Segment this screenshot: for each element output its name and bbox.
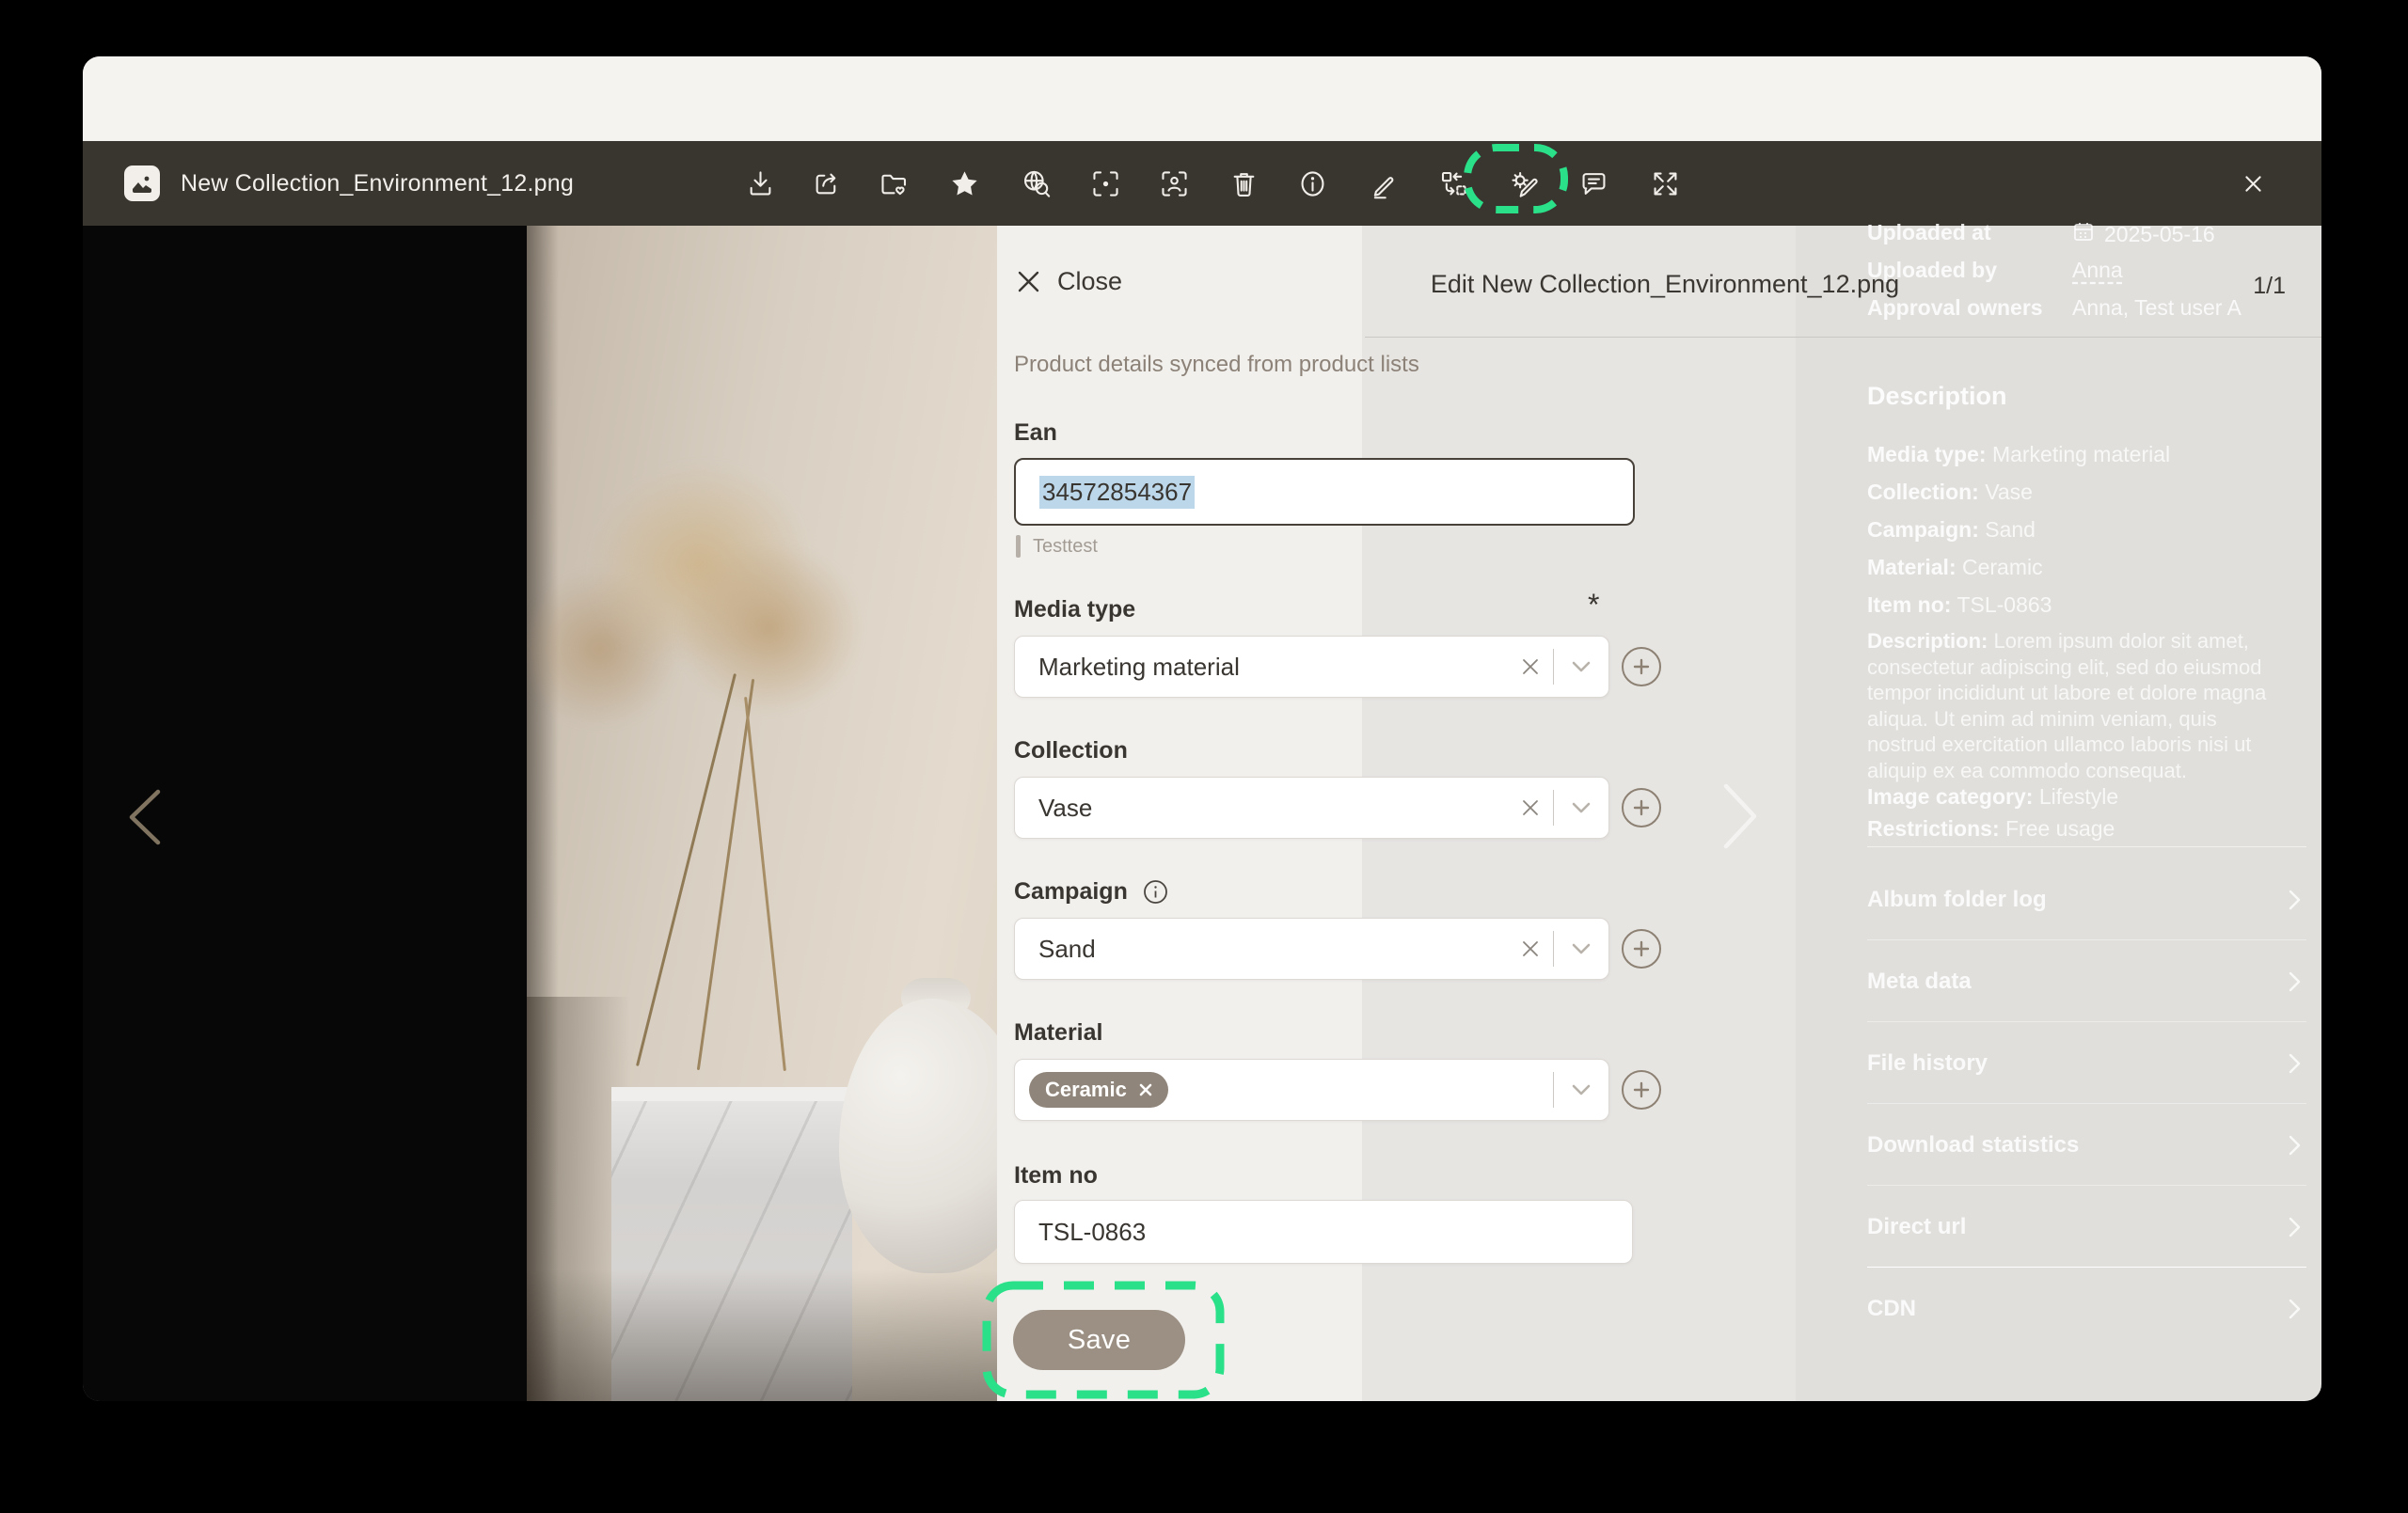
save-button[interactable]: Save [1013, 1310, 1185, 1370]
sidebar-divider [1867, 1185, 2306, 1186]
asset-photo [527, 226, 997, 1401]
detail-row: Image category Lifestyle [1867, 784, 2118, 810]
close-edit-panel-button[interactable]: Close [1016, 267, 1122, 296]
detail-row: Collection Vase [1867, 480, 2033, 505]
required-marker: * [1588, 588, 1600, 622]
close-viewer-icon[interactable] [2226, 157, 2279, 210]
media-type-label: Media type [1014, 596, 1136, 623]
accordion-direct-url[interactable]: Direct url [1867, 1211, 2306, 1243]
replace-version-icon[interactable] [1427, 157, 1480, 210]
detail-row: Media type Marketing material [1867, 442, 2170, 467]
item-no-label: Item no [1014, 1162, 1098, 1189]
close-icon [1018, 271, 1039, 292]
accordion-download-statistics[interactable]: Download statistics [1867, 1129, 2306, 1161]
meta-row-approval-owners: Approval owners Anna, Test user A [1867, 295, 2242, 320]
chevron-right-icon [2289, 1299, 2301, 1319]
comments-icon[interactable] [1567, 157, 1620, 210]
ean-input[interactable]: 34572854367 [1014, 458, 1635, 526]
face-detection-icon[interactable] [1148, 157, 1200, 210]
image-file-icon [124, 165, 160, 201]
clear-icon[interactable] [1508, 939, 1553, 958]
previous-asset-button[interactable] [122, 786, 167, 848]
chevron-right-icon [2289, 890, 2301, 910]
header-divider [1365, 337, 2321, 338]
campaign-add-button[interactable] [1622, 929, 1661, 969]
campaign-info-icon[interactable] [1143, 879, 1168, 905]
collection-add-button[interactable] [1622, 788, 1661, 827]
item-no-input[interactable]: TSL-0863 [1014, 1200, 1633, 1264]
campaign-select[interactable]: Sand [1014, 918, 1609, 980]
favorite-star-icon[interactable] [938, 157, 990, 210]
media-type-add-button[interactable] [1622, 647, 1661, 686]
sidebar-divider [1867, 846, 2306, 847]
material-add-button[interactable] [1622, 1070, 1661, 1110]
ean-value-selected: 34572854367 [1039, 475, 1196, 509]
focus-point-icon[interactable] [1079, 157, 1132, 210]
detail-row: Campaign Sand [1867, 517, 2036, 543]
calendar-icon [2072, 220, 2095, 248]
delete-trash-icon[interactable] [1217, 157, 1270, 210]
visual-search-icon[interactable] [1009, 157, 1062, 210]
meta-row-uploaded-at: Uploaded at 2025-05-16 [1867, 220, 2309, 248]
detail-row: Material Ceramic [1867, 555, 2043, 580]
chevron-right-icon [2289, 971, 2301, 992]
accordion-cdn[interactable]: CDN [1867, 1293, 2306, 1325]
material-label: Material [1014, 1019, 1103, 1046]
asset-toolbar: New Collection_Environment_12.png [83, 141, 2321, 226]
content-area: Close Edit New Collection_Environment_12… [83, 220, 2321, 1401]
chevron-right-icon [2289, 1217, 2301, 1237]
sidebar-divider [1867, 1103, 2306, 1104]
close-label: Close [1057, 267, 1123, 295]
chevron-down-icon[interactable] [1554, 654, 1608, 679]
screen: New Collection_Environment_12.png Close … [0, 0, 2408, 1513]
fullscreen-icon[interactable] [1639, 157, 1691, 210]
meta-row-uploaded-by: Uploaded by Anna [1867, 258, 2123, 282]
chevron-down-icon[interactable] [1554, 796, 1608, 820]
accordion-file-history[interactable]: File history [1867, 1048, 2306, 1080]
sidebar-divider [1867, 1267, 2306, 1268]
download-icon[interactable] [734, 157, 786, 210]
window-top-strip [83, 56, 2321, 141]
detail-row: Restrictions Free usage [1867, 816, 2115, 842]
chevron-down-icon[interactable] [1554, 937, 1608, 961]
asset-filename: New Collection_Environment_12.png [181, 169, 574, 197]
collection-label: Collection [1014, 737, 1128, 764]
campaign-label: Campaign [1014, 878, 1168, 906]
chevron-down-icon[interactable] [1554, 1078, 1608, 1102]
material-tag-chip[interactable]: Ceramic [1029, 1072, 1168, 1108]
app-window: New Collection_Environment_12.png Close … [83, 56, 2321, 1401]
next-asset-button-disabled [1717, 780, 1764, 852]
sidebar-divider [1867, 939, 2306, 940]
remove-tag-icon [1139, 1083, 1152, 1096]
add-to-folder-icon[interactable] [867, 157, 920, 210]
clear-icon[interactable] [1508, 657, 1553, 676]
form-subtitle: Product details synced from product list… [1014, 352, 1419, 377]
detail-row: Item no TSL-0863 [1867, 592, 2052, 618]
ean-hint: Testtest [1016, 535, 1098, 558]
description-section-title: Description [1867, 382, 2007, 410]
image-viewer [83, 226, 997, 1401]
info-icon[interactable] [1286, 157, 1339, 210]
edit-product-details-icon[interactable] [1497, 157, 1550, 210]
accordion-meta-data[interactable]: Meta data [1867, 966, 2306, 998]
chevron-right-icon [2289, 1135, 2301, 1156]
description-paragraph: Description Lorem ipsum dolor sit amet, … [1867, 628, 2273, 783]
annotate-pencil-icon[interactable] [1355, 157, 1408, 210]
share-icon[interactable] [800, 157, 852, 210]
chevron-right-icon [2289, 1053, 2301, 1074]
clear-icon[interactable] [1508, 798, 1553, 817]
media-type-select[interactable]: Marketing material [1014, 636, 1609, 698]
uploader-link: Anna [2072, 258, 2123, 282]
sidebar-divider [1867, 1021, 2306, 1022]
ean-label: Ean [1014, 419, 1057, 446]
material-multiselect[interactable]: Ceramic [1014, 1059, 1609, 1121]
accordion-album-folder-log[interactable]: Album folder log [1867, 884, 2306, 916]
collection-select[interactable]: Vase [1014, 777, 1609, 839]
